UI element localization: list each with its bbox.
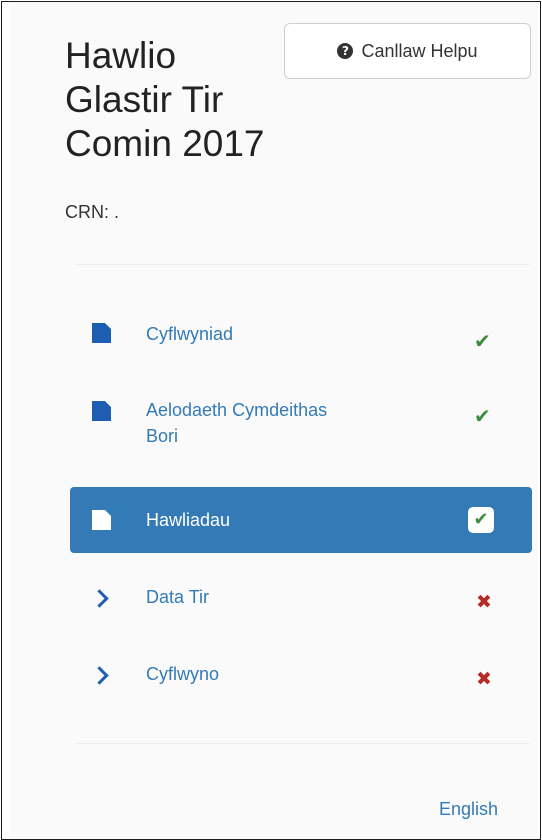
- cross-icon: ✖: [476, 668, 492, 690]
- check-icon: ✔: [474, 329, 491, 353]
- help-button-label: Canllaw Helpu: [361, 40, 478, 61]
- side-panel: Hawlio Glastir Tir Comin 2017 ? Canllaw …: [10, 2, 538, 839]
- page-title: Hawlio Glastir Tir Comin 2017: [65, 35, 265, 164]
- nav-item-data-tir[interactable]: Data Tir ✖: [70, 581, 532, 621]
- check-icon: ✔: [474, 404, 491, 428]
- file-icon: [92, 323, 111, 343]
- question-circle-icon: ?: [337, 43, 354, 59]
- divider-bottom: [75, 743, 530, 744]
- file-icon: [92, 510, 111, 530]
- nav-item-label: Cyflwyno: [146, 664, 220, 684]
- help-button[interactable]: ? Canllaw Helpu: [284, 23, 531, 79]
- nav-item-hawliadau[interactable]: Hawliadau ✔: [70, 487, 532, 553]
- checked-box-icon: ✔: [468, 507, 494, 533]
- nav-item-label: Cyflwyniad: [146, 324, 234, 344]
- nav-item-label: Hawliadau: [146, 510, 231, 530]
- file-icon: [92, 401, 111, 421]
- nav-item-cyflwyno[interactable]: Cyflwyno ✖: [70, 658, 532, 698]
- chevron-right-icon: [90, 589, 109, 608]
- divider-top: [75, 264, 530, 265]
- nav-item-label: Aelodaeth Cymdeithas Bori: [146, 400, 328, 446]
- crn-label: CRN: .: [65, 202, 119, 222]
- chevron-right-icon: [90, 666, 109, 685]
- nav-item-label: Data Tir: [146, 587, 210, 607]
- window-frame: Hawlio Glastir Tir Comin 2017 ? Canllaw …: [1, 1, 541, 840]
- nav-item-cyflwyniad[interactable]: Cyflwyniad ✔: [70, 316, 532, 356]
- cross-icon: ✖: [476, 591, 492, 613]
- nav-item-aelodaeth[interactable]: Aelodaeth Cymdeithas Bori ✔: [70, 394, 532, 464]
- language-link-english[interactable]: English: [439, 799, 498, 820]
